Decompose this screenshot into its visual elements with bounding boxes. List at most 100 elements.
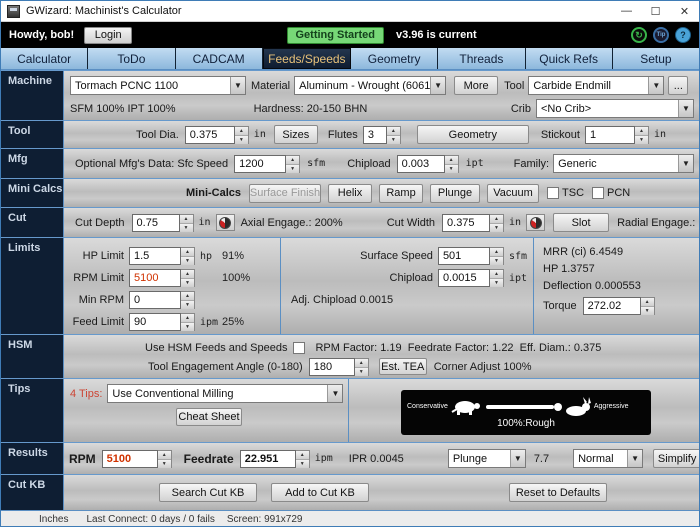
mini-calcs-title: Mini-Calcs — [186, 187, 241, 199]
finish-select[interactable]: Normal ▼ — [573, 449, 643, 468]
surface-speed-input[interactable]: 501 — [438, 247, 490, 265]
min-rpm-input[interactable]: 0 — [129, 291, 181, 309]
chipload-stepper[interactable]: ▲▼ — [490, 269, 504, 287]
aggressiveness-slider-knob[interactable] — [554, 403, 562, 411]
tea-stepper[interactable]: ▲▼ — [355, 358, 369, 376]
mfg-chipload-stepper[interactable]: ▲▼ — [445, 155, 459, 173]
flutes-stepper[interactable]: ▲▼ — [387, 126, 401, 144]
rpm-limit-stepper[interactable]: ▲▼ — [181, 269, 195, 287]
ramp-button[interactable]: Ramp — [379, 184, 423, 203]
family-select[interactable]: Generic ▼ — [553, 154, 694, 173]
hp-limit-stepper[interactable]: ▲▼ — [181, 247, 195, 265]
rpm-result-input[interactable]: 5100 — [102, 450, 158, 468]
chevron-down-icon[interactable]: ▼ — [430, 77, 445, 94]
stickout-stepper[interactable]: ▲▼ — [635, 126, 649, 144]
getting-started-button[interactable]: Getting Started — [287, 27, 384, 44]
slot-button[interactable]: Slot — [553, 213, 609, 232]
cut-kb-section-label: Cut KB — [1, 475, 63, 510]
tab-geometry[interactable]: Geometry — [351, 48, 438, 69]
chipload-input[interactable]: 0.0015 — [438, 269, 490, 287]
feedrate-unit: ipm — [315, 453, 333, 464]
tab-threads[interactable]: Threads — [438, 48, 525, 69]
hp-limit-input[interactable]: 1.5 — [129, 247, 181, 265]
sfc-speed-stepper[interactable]: ▲▼ — [286, 155, 300, 173]
helix-button[interactable]: Helix — [328, 184, 372, 203]
mode-select[interactable]: Plunge ▼ — [448, 449, 526, 468]
aggressiveness-slider-track[interactable] — [486, 405, 554, 409]
sizes-button[interactable]: Sizes — [274, 125, 318, 144]
rpm-limit-input[interactable]: 5100 — [129, 269, 181, 287]
tea-input[interactable]: 180 — [309, 358, 355, 376]
cut-width-stepper[interactable]: ▲▼ — [490, 214, 504, 232]
chevron-down-icon[interactable]: ▼ — [678, 155, 693, 172]
window-title: GWizard: Machinist's Calculator — [26, 5, 182, 17]
reset-defaults-button[interactable]: Reset to Defaults — [509, 483, 607, 502]
flutes-input[interactable]: 3 — [363, 126, 387, 144]
cut-width-unit: in — [509, 217, 521, 228]
rpm-result-stepper[interactable]: ▲▼ — [158, 450, 172, 468]
hsm-factors-text: RPM Factor: 1.19 Feedrate Factor: 1.22 E… — [315, 342, 601, 354]
chevron-down-icon[interactable]: ▼ — [510, 450, 525, 467]
add-to-cut-kb-button[interactable]: Add to Cut KB — [271, 483, 369, 502]
stickout-input[interactable]: 1 — [585, 126, 635, 144]
tip-select[interactable]: Use Conventional Milling ▼ — [107, 384, 343, 403]
feed-limit-input[interactable]: 90 — [129, 313, 181, 331]
feedrate-input[interactable]: 22.951 — [240, 450, 296, 468]
est-tea-button[interactable]: Est. TEA — [379, 358, 427, 375]
tab-cadcam[interactable]: CADCAM — [176, 48, 263, 69]
mfg-chipload-input[interactable]: 0.003 — [397, 155, 445, 173]
hp-out-text: HP 1.3757 — [543, 261, 699, 278]
tool-select[interactable]: Carbide Endmill ▼ — [528, 76, 664, 95]
torque-input[interactable]: 272.02 — [583, 297, 641, 315]
tab-todo[interactable]: ToDo — [88, 48, 175, 69]
tool-browse-button[interactable]: ... — [668, 76, 688, 95]
vacuum-button[interactable]: Vacuum — [487, 184, 539, 203]
close-button[interactable]: ✕ — [670, 1, 699, 21]
surface-finish-button[interactable]: Surface Finish — [249, 184, 321, 203]
surface-speed-stepper[interactable]: ▲▼ — [490, 247, 504, 265]
chevron-down-icon[interactable]: ▼ — [327, 385, 342, 402]
feedrate-stepper[interactable]: ▲▼ — [296, 450, 310, 468]
help-icon[interactable]: ? — [675, 27, 691, 43]
min-rpm-stepper[interactable]: ▲▼ — [181, 291, 195, 309]
feed-limit-stepper[interactable]: ▲▼ — [181, 313, 195, 331]
tool-dia-label: Tool Dia. — [136, 129, 179, 141]
sync-icon[interactable]: ↻ — [631, 27, 647, 43]
use-hsm-checkbox[interactable] — [293, 342, 305, 354]
machine-select[interactable]: Tormach PCNC 1100 ▼ — [70, 76, 246, 95]
tab-calculator[interactable]: Calculator — [1, 48, 88, 69]
cut-depth-stepper[interactable]: ▲▼ — [180, 214, 194, 232]
chevron-down-icon[interactable]: ▼ — [627, 450, 642, 467]
cut-width-input[interactable]: 0.375 — [442, 214, 490, 232]
sfc-speed-input[interactable]: 1200 — [234, 155, 286, 173]
material-select[interactable]: Aluminum - Wrought (6061) ▼ — [294, 76, 446, 95]
tab-setup[interactable]: Setup — [613, 48, 699, 69]
tool-dia-stepper[interactable]: ▲▼ — [235, 126, 249, 144]
tool-dia-input[interactable]: 0.375 — [185, 126, 235, 144]
cut-depth-input[interactable]: 0.75 — [132, 214, 180, 232]
tab-feeds-speeds[interactable]: Feeds/Speeds — [263, 48, 351, 69]
tip-icon[interactable]: Tip — [653, 27, 669, 43]
minimize-button[interactable]: — — [612, 1, 641, 21]
version-text: v3.96 is current — [396, 29, 477, 41]
geometry-button[interactable]: Geometry — [417, 125, 529, 144]
search-cut-kb-button[interactable]: Search Cut KB — [159, 483, 257, 502]
chevron-down-icon[interactable]: ▼ — [230, 77, 245, 94]
plunge-button[interactable]: Plunge — [430, 184, 480, 203]
chevron-down-icon[interactable]: ▼ — [648, 77, 663, 94]
rabbit-icon — [563, 397, 593, 417]
maximize-button[interactable]: ☐ — [641, 1, 670, 21]
flutes-label: Flutes — [328, 129, 358, 141]
pcn-checkbox[interactable] — [592, 187, 604, 199]
axial-engagement-icon[interactable] — [216, 214, 235, 231]
tsc-checkbox[interactable] — [547, 187, 559, 199]
cheat-sheet-button[interactable]: Cheat Sheet — [176, 408, 242, 426]
radial-engagement-icon[interactable] — [526, 214, 545, 231]
login-button[interactable]: Login — [84, 27, 132, 44]
tab-quick-refs[interactable]: Quick Refs — [526, 48, 613, 69]
simplify-button[interactable]: Simplify — [653, 449, 700, 468]
chevron-down-icon[interactable]: ▼ — [678, 100, 693, 117]
crib-select[interactable]: <No Crib> ▼ — [536, 99, 694, 118]
torque-stepper[interactable]: ▲▼ — [641, 297, 655, 315]
more-button[interactable]: More — [454, 76, 498, 95]
